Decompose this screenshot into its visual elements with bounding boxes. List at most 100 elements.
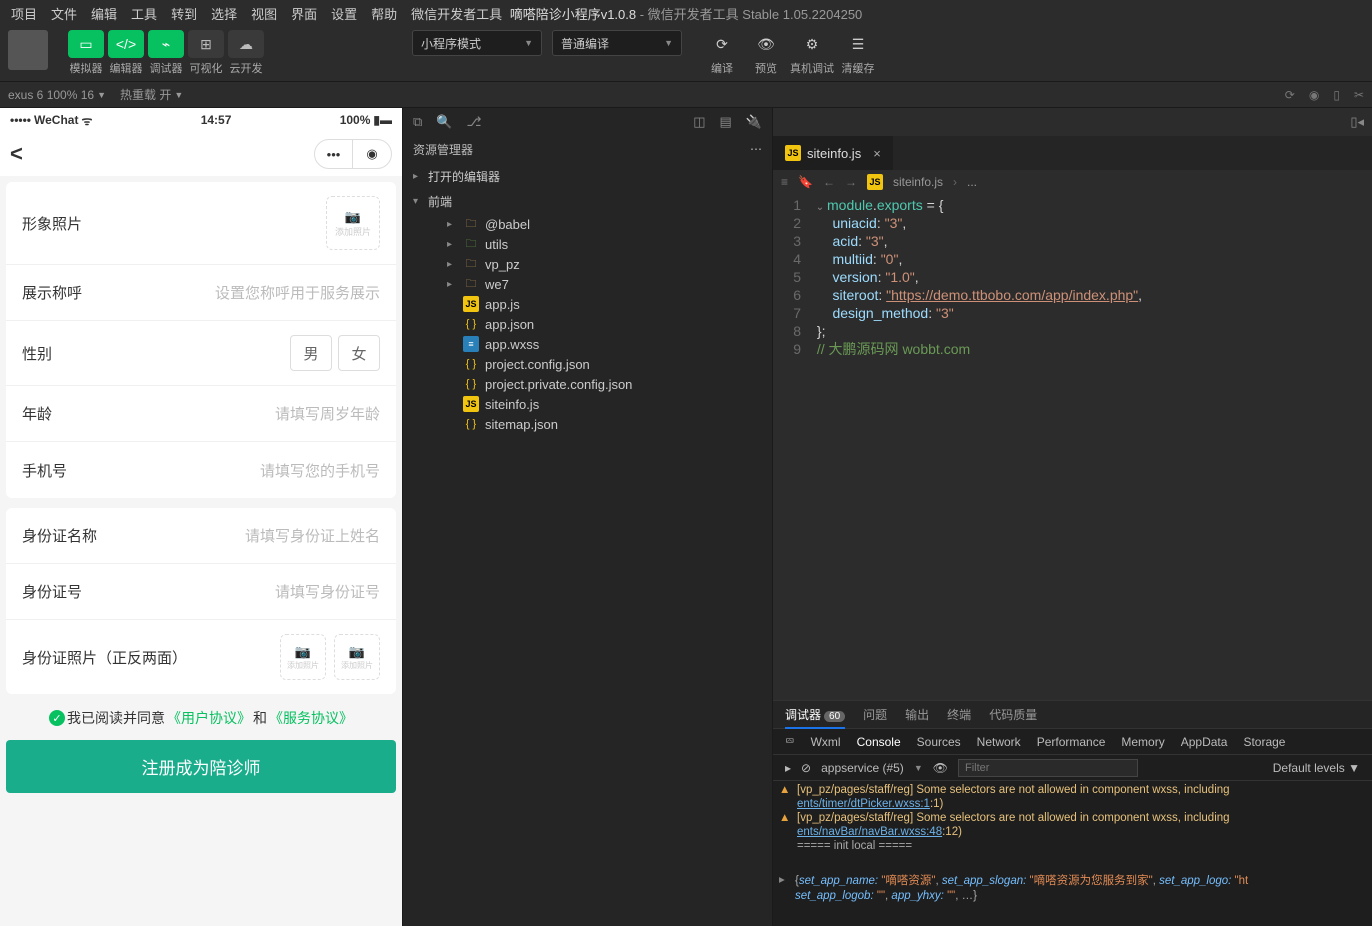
tree-file-sitemap[interactable]: { }sitemap.json — [403, 414, 772, 434]
tab-wxml[interactable]: Wxml — [811, 735, 841, 749]
row-age[interactable]: 年龄 请填写周岁年龄 — [6, 386, 396, 442]
tree-file-appwxss[interactable]: ≡app.wxss — [403, 334, 772, 354]
play-icon[interactable]: ▸ — [785, 761, 791, 775]
menu-project[interactable]: 项目 — [4, 4, 44, 23]
id-back-button[interactable]: 📷添加照片 — [334, 634, 380, 680]
capsule-menu[interactable]: ••• — [315, 140, 353, 168]
tab-storage[interactable]: Storage — [1243, 735, 1285, 749]
nav-back-icon[interactable]: ← — [823, 175, 835, 189]
menu-settings[interactable]: 设置 — [324, 4, 364, 23]
tree-folder-we7[interactable]: ▸🗀we7 — [403, 274, 772, 294]
plugin-icon[interactable]: 🔌 — [746, 114, 762, 130]
project-root[interactable]: ▾前端 — [403, 189, 772, 214]
service-agreement-link[interactable]: 《服务协议》 — [269, 708, 353, 728]
search-icon[interactable]: 🔍 — [436, 114, 452, 130]
phone-input[interactable]: 请填写您的手机号 — [260, 460, 380, 481]
check-icon[interactable]: ✓ — [49, 710, 65, 726]
code-content[interactable]: ⌄module.exports = { uniacid: "3", acid: … — [813, 196, 1372, 700]
bookmark-icon[interactable]: 🔖 — [798, 175, 813, 189]
real-debug-button[interactable]: ⚙真机调试 — [790, 30, 834, 76]
menu-edit[interactable]: 编辑 — [84, 4, 124, 23]
tab-terminal[interactable]: 终端 — [947, 706, 971, 723]
tree-file-appjson[interactable]: { }app.json — [403, 314, 772, 334]
menu-help[interactable]: 帮助 — [364, 4, 404, 23]
device-icon[interactable]: ▯ — [1333, 88, 1340, 102]
nav-forward-icon[interactable]: → — [845, 175, 857, 189]
split-icon[interactable]: ◫ — [693, 114, 705, 130]
files-icon[interactable]: ⧉ — [413, 114, 422, 130]
submit-button[interactable]: 注册成为陪诊师 — [6, 740, 396, 793]
nickname-input[interactable]: 设置您称呼用于服务展示 — [215, 282, 380, 303]
breadcrumb-symbol[interactable]: ... — [967, 175, 977, 189]
compile-dropdown[interactable]: 普通编译▼ — [552, 30, 682, 56]
tab-sources[interactable]: Sources — [917, 735, 961, 749]
id-front-button[interactable]: 📷添加照片 — [280, 634, 326, 680]
menu-devtools[interactable]: 微信开发者工具 — [404, 4, 509, 23]
refresh-icon[interactable]: ⟳ — [1285, 88, 1295, 102]
inspect-icon[interactable]: ⮹ — [785, 734, 795, 749]
clear-cache-button[interactable]: ☰清缓存 — [838, 30, 878, 76]
tree-file-appjs[interactable]: JSapp.js — [403, 294, 772, 314]
simulator-button[interactable]: ▭模拟器 — [68, 30, 104, 76]
tree-folder-vppz[interactable]: ▸🗀vp_pz — [403, 254, 772, 274]
cut-icon[interactable]: ✂ — [1354, 88, 1364, 102]
log-levels-dropdown[interactable]: Default levels ▼ — [1273, 761, 1360, 775]
tab-memory[interactable]: Memory — [1121, 735, 1164, 749]
source-link[interactable]: ents/navBar/navBar.wxss:48 — [797, 826, 942, 838]
menu-select[interactable]: 选择 — [204, 4, 244, 23]
capsule-close[interactable]: ◉ — [353, 140, 391, 168]
editor-button[interactable]: </>编辑器 — [108, 30, 144, 76]
branch-icon[interactable]: ⎇ — [466, 114, 481, 130]
tab-performance[interactable]: Performance — [1037, 735, 1106, 749]
record-icon[interactable]: ◉ — [1309, 88, 1319, 102]
gender-male-button[interactable]: 男 — [290, 335, 332, 371]
avatar[interactable] — [8, 30, 48, 70]
preview-button[interactable]: 👁预览 — [746, 30, 786, 76]
tab-siteinfo[interactable]: JS siteinfo.js × — [773, 136, 894, 170]
context-selector[interactable]: appservice (#5) — [821, 761, 904, 775]
tab-output[interactable]: 输出 — [905, 706, 929, 723]
back-button[interactable]: < — [10, 141, 23, 167]
menu-view[interactable]: 视图 — [244, 4, 284, 23]
row-nickname[interactable]: 展示称呼 设置您称呼用于服务展示 — [6, 265, 396, 321]
mode-dropdown[interactable]: 小程序模式▼ — [412, 30, 542, 56]
tree-folder-babel[interactable]: ▸🗀@babel — [403, 214, 772, 234]
gender-female-button[interactable]: 女 — [338, 335, 380, 371]
user-agreement-link[interactable]: 《用户协议》 — [167, 708, 251, 728]
add-photo-button[interactable]: 📷添加照片 — [326, 196, 380, 250]
breadcrumb-file[interactable]: siteinfo.js — [893, 175, 943, 189]
menu-ui[interactable]: 界面 — [284, 4, 324, 23]
idno-input[interactable]: 请填写身份证号 — [275, 581, 380, 602]
device-selector[interactable]: exus 6 100% 16 ▼ — [8, 88, 106, 102]
row-phone[interactable]: 手机号 请填写您的手机号 — [6, 442, 396, 498]
eye-icon[interactable]: 👁 — [933, 761, 948, 775]
hot-reload-toggle[interactable]: 热重载 开 ▼ — [120, 86, 183, 103]
tab-problems[interactable]: 问题 — [863, 706, 887, 723]
tab-appdata[interactable]: AppData — [1181, 735, 1228, 749]
menu-file[interactable]: 文件 — [44, 4, 84, 23]
visual-button[interactable]: ⊞可视化 — [188, 30, 224, 76]
tab-console[interactable]: Console — [857, 735, 901, 749]
tab-network[interactable]: Network — [977, 735, 1021, 749]
idname-input[interactable]: 请填写身份证上姓名 — [245, 525, 380, 546]
open-editors-section[interactable]: ▸打开的编辑器 — [403, 164, 772, 189]
row-photo[interactable]: 形象照片 📷添加照片 — [6, 182, 396, 265]
close-icon[interactable]: × — [873, 146, 881, 161]
expand-icon[interactable]: ▸ — [779, 872, 791, 888]
menu-goto[interactable]: 转到 — [164, 4, 204, 23]
row-idno[interactable]: 身份证号 请填写身份证号 — [6, 564, 396, 620]
cloud-button[interactable]: ☁云开发 — [228, 30, 264, 76]
tab-debugger[interactable]: 调试器60 — [785, 706, 845, 723]
tree-file-siteinfo[interactable]: JSsiteinfo.js — [403, 394, 772, 414]
tab-quality[interactable]: 代码质量 — [989, 706, 1037, 723]
layout-icon[interactable]: ▤ — [720, 114, 732, 130]
agreement-row[interactable]: ✓ 我已阅读并同意 《用户协议》 和 《服务协议》 — [6, 704, 396, 736]
tree-file-projconfig[interactable]: { }project.config.json — [403, 354, 772, 374]
debugger-button[interactable]: ⌁调试器 — [148, 30, 184, 76]
more-icon[interactable]: ⋯ — [750, 142, 762, 156]
filter-input[interactable] — [958, 759, 1138, 777]
row-idname[interactable]: 身份证名称 请填写身份证上姓名 — [6, 508, 396, 564]
split-right-icon[interactable]: ▯◂ — [1350, 114, 1364, 130]
compile-button[interactable]: ⟳编译 — [702, 30, 742, 76]
code-editor[interactable]: 123456789 ⌄module.exports = { uniacid: "… — [773, 194, 1372, 700]
